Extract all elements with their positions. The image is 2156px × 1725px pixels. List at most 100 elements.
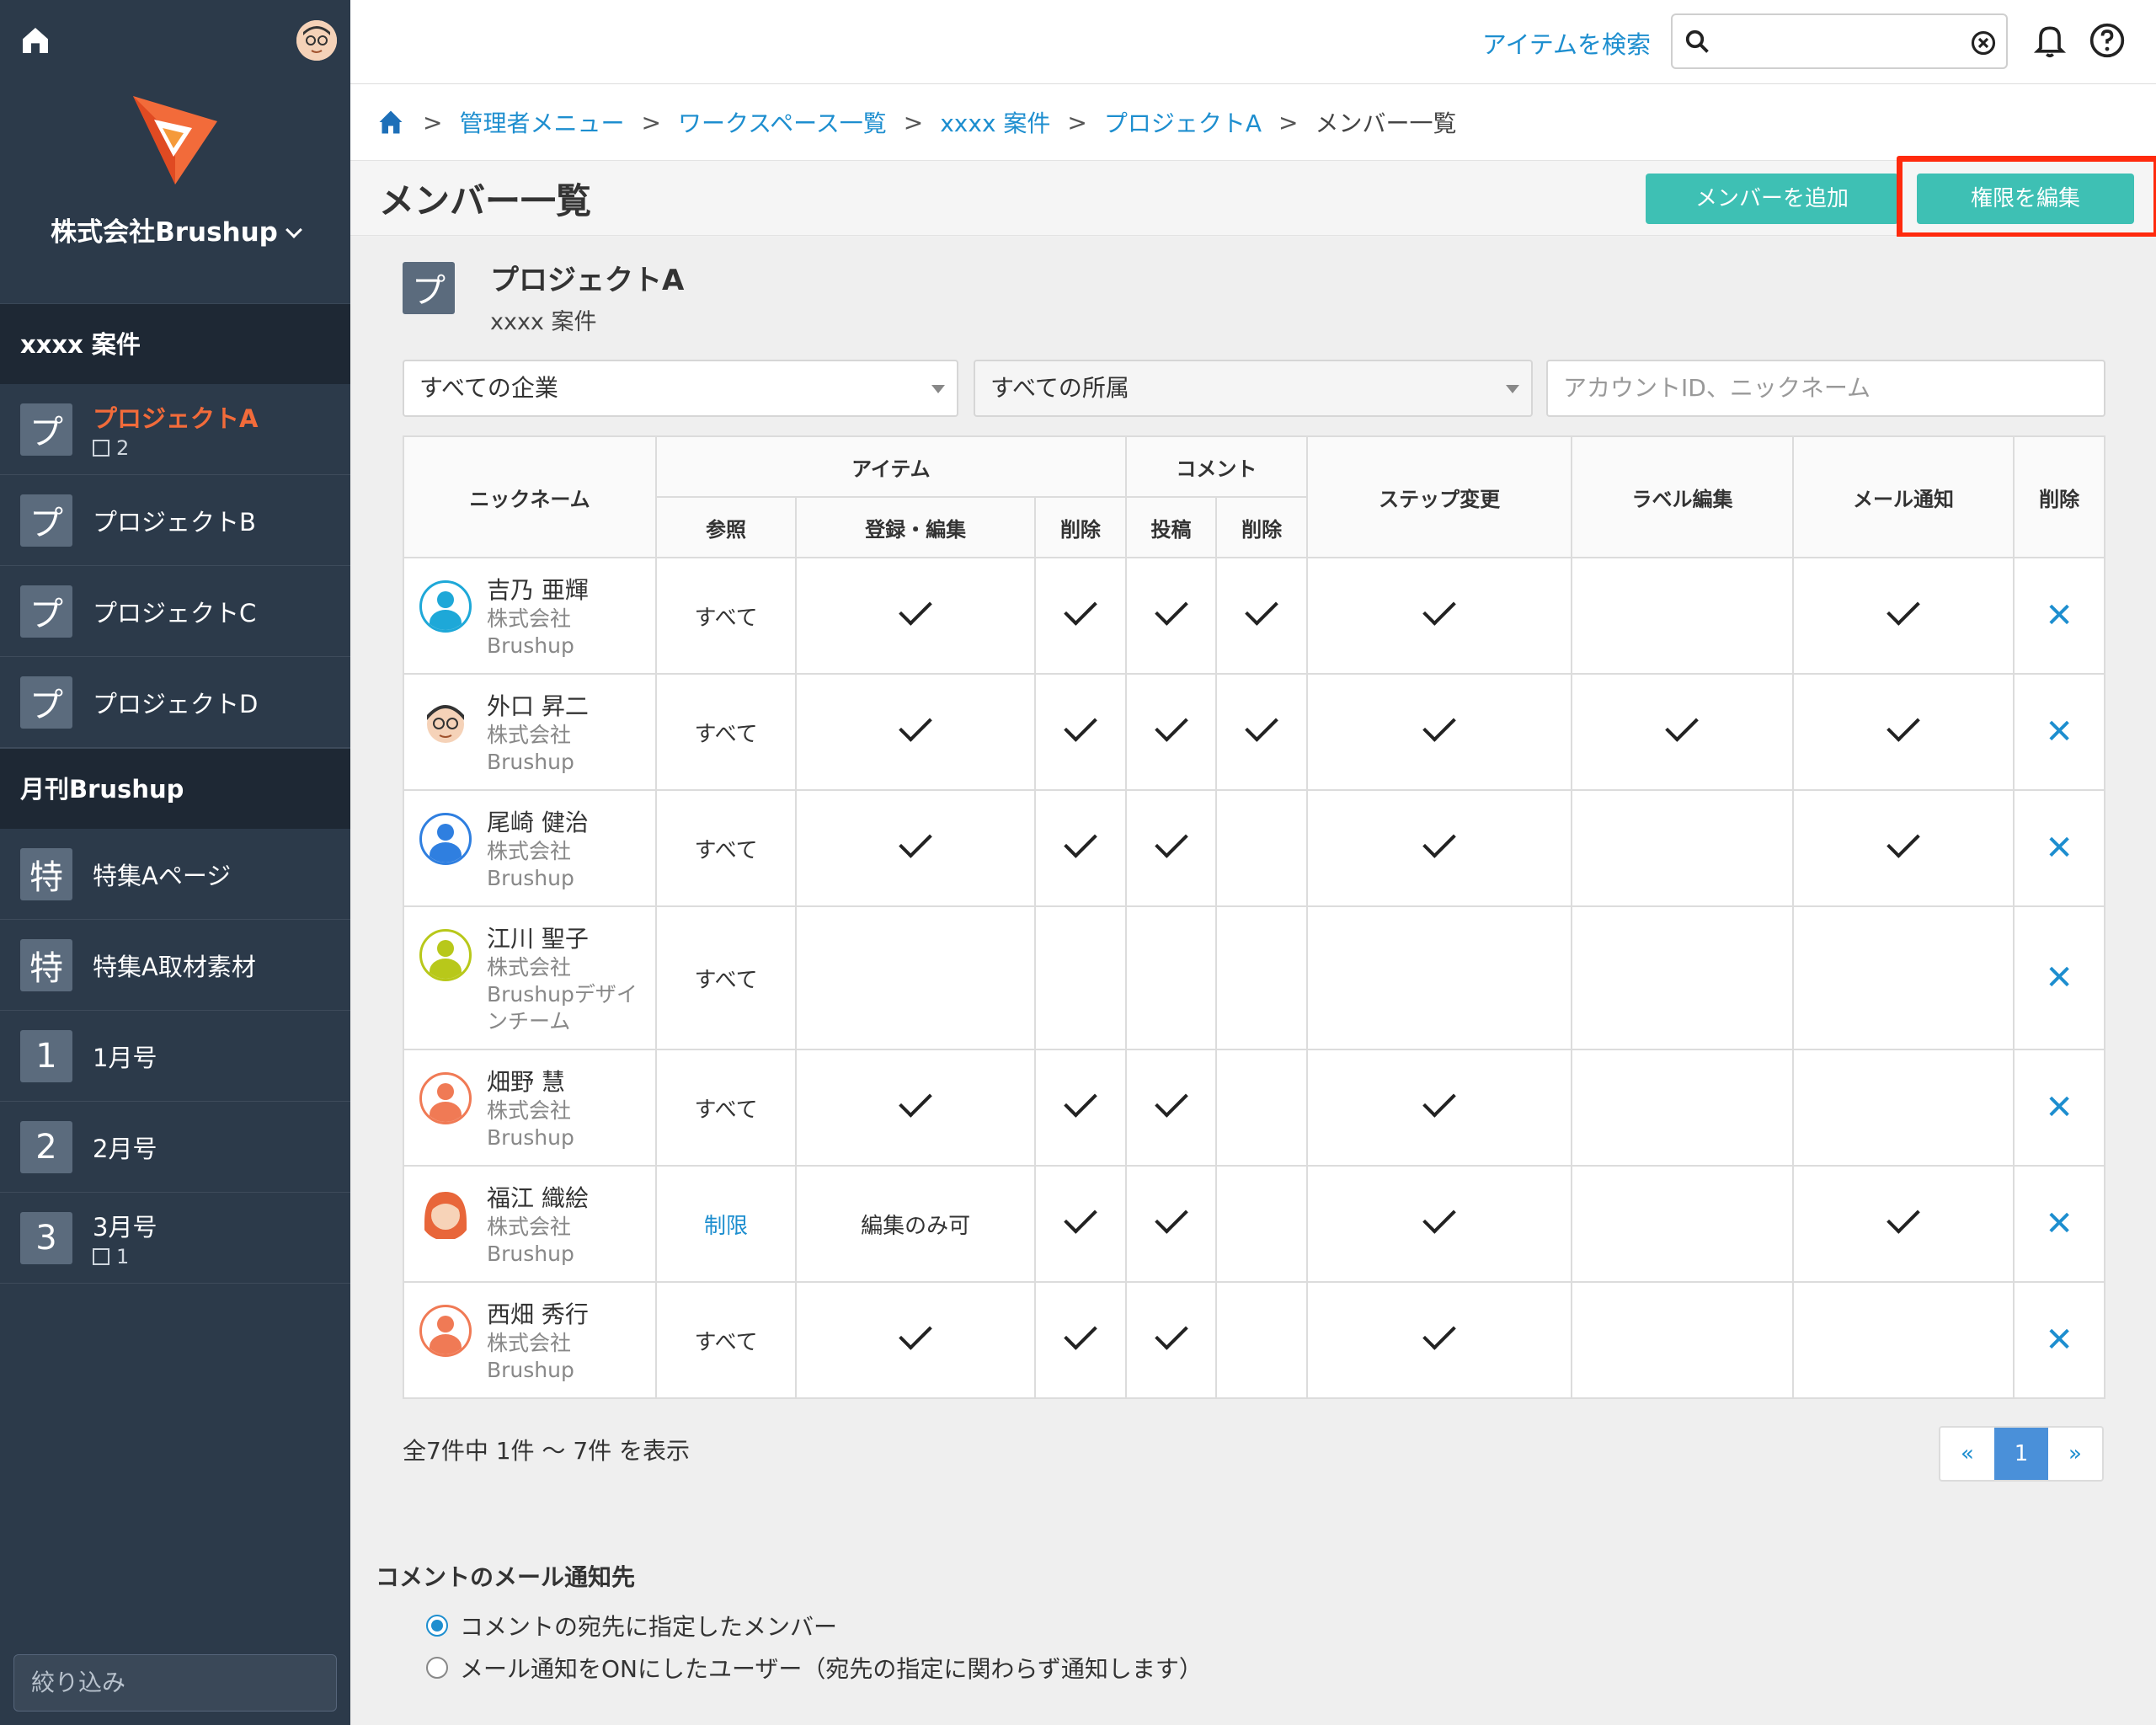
label-edit-cell: [1571, 673, 1794, 791]
member-cell: 畑野 慧株式会社 Brushup: [403, 1049, 657, 1167]
step-change-cell: [1305, 1281, 1573, 1399]
add-member-button[interactable]: メンバーを追加: [1646, 174, 1898, 224]
sidebar-item-february[interactable]: 2 2月号: [0, 1102, 350, 1193]
check-icon: [1064, 1084, 1097, 1118]
department-select[interactable]: すべての所属: [974, 360, 1533, 417]
comment-post-cell: [1124, 789, 1218, 907]
bell-icon[interactable]: [2031, 22, 2068, 59]
project-badge: プ: [20, 403, 72, 456]
account-search-input[interactable]: アカウントID、ニックネーム: [1546, 360, 2105, 417]
sidebar-item-january[interactable]: 1 1月号: [0, 1011, 350, 1102]
member-cell: 外口 昇二 株式会社 Brushup: [403, 673, 657, 791]
check-icon: [1154, 1200, 1188, 1234]
item-view-value: すべて: [694, 837, 758, 863]
remove-member-icon[interactable]: ✕: [2045, 1321, 2073, 1359]
members-table: ニックネーム アイテム コメント ステップ変更 ラベル編集 メール通知 削除 参…: [403, 435, 2105, 1399]
breadcrumb-project[interactable]: プロジェクトA: [1104, 105, 1262, 139]
next-page-button[interactable]: »: [2048, 1428, 2102, 1480]
member-name[interactable]: 畑野 慧: [487, 1064, 574, 1097]
home-icon[interactable]: [376, 107, 406, 137]
sidebar-item-march[interactable]: 3 3月号 1: [0, 1193, 350, 1284]
edit-permissions-button[interactable]: 権限を編集: [1917, 174, 2134, 224]
member-name[interactable]: 尾崎 健治: [487, 804, 589, 838]
member-name[interactable]: 江川 聖子: [487, 921, 638, 954]
member-name[interactable]: 福江 織絵: [487, 1180, 589, 1214]
notify-option-mail-users[interactable]: メール通知をONにしたユーザー（宛先の指定に関わらず通知します）: [426, 1647, 1203, 1689]
member-name[interactable]: 外口 昇二: [487, 688, 589, 722]
home-icon[interactable]: [19, 24, 52, 57]
project-badge: 1: [20, 1029, 72, 1082]
org-switcher[interactable]: 株式会社Brushup: [0, 211, 350, 248]
check-icon: [1064, 708, 1097, 742]
remove-member-icon[interactable]: ✕: [2045, 1204, 2073, 1243]
radio-button[interactable]: [426, 1615, 448, 1637]
page-1-button[interactable]: 1: [1994, 1428, 2048, 1480]
comment-post-cell: [1124, 673, 1218, 791]
remove-member-icon[interactable]: ✕: [2045, 1088, 2073, 1127]
breadcrumb-separator: >: [641, 108, 661, 136]
check-icon: [1064, 1316, 1097, 1350]
member-organization: 株式会社 Brushup: [487, 1215, 574, 1266]
member-organization: 株式会社 Brushup: [487, 1331, 574, 1382]
check-icon: [1886, 592, 1920, 626]
col-label-edit: ラベル編集: [1571, 435, 1794, 558]
item-view-value: すべて: [694, 1097, 758, 1123]
item-view-value[interactable]: 制限: [704, 1214, 748, 1239]
item-delete-cell: [1034, 1281, 1127, 1399]
step-change-cell: [1305, 789, 1573, 907]
comment-delete-cell: [1215, 1281, 1308, 1399]
prev-page-button[interactable]: «: [1940, 1428, 1994, 1480]
member-row: 外口 昇二 株式会社 Brushup すべて ✕: [403, 673, 2105, 791]
search-items-link[interactable]: アイテムを検索: [1482, 25, 1651, 61]
col-comment-post: 投稿: [1124, 496, 1218, 558]
sidebar-item-label: 1月号: [93, 1043, 157, 1072]
item-view-cell: すべて: [654, 789, 798, 907]
project-badge: 特: [20, 847, 72, 900]
sidebar-item-feature-a-material[interactable]: 特 特集A取材素材: [0, 920, 350, 1011]
remove-member-icon[interactable]: ✕: [2045, 829, 2073, 868]
item-view-value: すべて: [694, 721, 758, 747]
sidebar-filter-input[interactable]: 絞り込み: [13, 1654, 337, 1712]
remove-member-icon[interactable]: ✕: [2045, 959, 2073, 997]
sidebar-item-project-c[interactable]: プ プロジェクトC: [0, 566, 350, 657]
sidebar-item-project-a[interactable]: プ プロジェクトA 2: [0, 384, 350, 475]
clear-icon[interactable]: [1971, 30, 1996, 56]
remove-member-icon[interactable]: ✕: [2045, 713, 2073, 751]
comment-delete-cell: [1215, 557, 1308, 675]
project-badge: 2: [20, 1120, 72, 1173]
col-item-edit: 登録・編集: [795, 496, 1037, 558]
item-view-cell[interactable]: 制限: [654, 1165, 798, 1283]
member-name[interactable]: 西畑 秀行: [487, 1296, 589, 1330]
label-edit-cell: [1571, 557, 1794, 675]
item-view-cell: すべて: [654, 1281, 798, 1399]
company-select[interactable]: すべての企業: [403, 360, 958, 417]
sidebar-item-project-b[interactable]: プ プロジェクトB: [0, 475, 350, 566]
sidebar-item-feature-a-page[interactable]: 特 特集Aページ: [0, 829, 350, 920]
member-cell: 福江 織絵 株式会社 Brushup: [403, 1165, 657, 1283]
remove-member-icon[interactable]: ✕: [2045, 596, 2073, 635]
item-view-cell: すべて: [654, 905, 798, 1050]
col-step-change: ステップ変更: [1305, 435, 1573, 558]
sidebar-section-title: 月刊Brushup: [0, 748, 350, 829]
breadcrumb-workspace[interactable]: xxxx 案件: [940, 105, 1050, 139]
member-row: 福江 織絵 株式会社 Brushup 制限 編集のみ可 ✕: [403, 1165, 2105, 1283]
sidebar-item-project-d[interactable]: プ プロジェクトD: [0, 657, 350, 748]
notify-option-recipients[interactable]: コメントの宛先に指定したメンバー: [426, 1605, 1203, 1647]
item-delete-cell: [1034, 557, 1127, 675]
breadcrumb-admin-menu[interactable]: 管理者メニュー: [459, 105, 624, 139]
breadcrumb-workspace-list[interactable]: ワークスペース一覧: [678, 105, 887, 139]
search-input[interactable]: [1671, 13, 2008, 69]
item-delete-cell: [1034, 1049, 1127, 1167]
radio-button[interactable]: [426, 1657, 448, 1679]
radio-label: メール通知をONにしたユーザー（宛先の指定に関わらず通知します）: [460, 1655, 1203, 1683]
sidebar-item-label: 特集Aページ: [93, 861, 232, 890]
project-badge: プ: [20, 676, 72, 729]
member-organization: 株式会社 Brushupデザイ ンチーム: [487, 955, 638, 1033]
member-name[interactable]: 吉乃 亜輝: [487, 572, 589, 606]
member-organization: 株式会社 Brushup: [487, 723, 574, 774]
check-icon: [1665, 708, 1700, 742]
item-edit-cell: [795, 789, 1037, 907]
check-icon: [1422, 592, 1456, 626]
help-icon[interactable]: [2089, 22, 2126, 59]
user-avatar[interactable]: [296, 20, 337, 61]
